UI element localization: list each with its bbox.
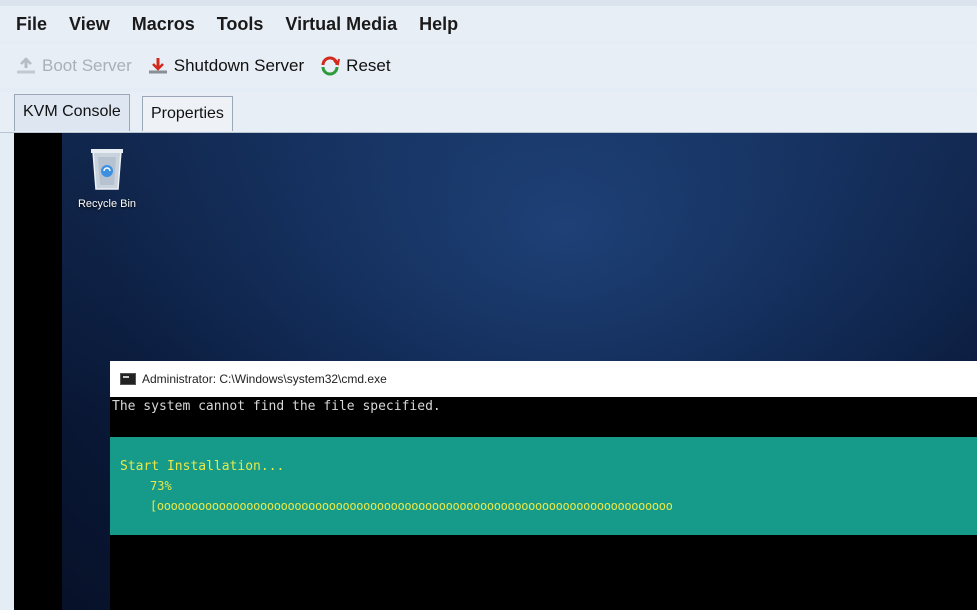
menu-view[interactable]: View bbox=[58, 6, 121, 42]
shutdown-server-label: Shutdown Server bbox=[173, 56, 305, 75]
menu-file[interactable]: File bbox=[0, 6, 58, 42]
install-title: Start Installation... bbox=[120, 459, 285, 474]
cmd-icon bbox=[120, 373, 136, 385]
shutdown-server-button[interactable]: Shutdown Server bbox=[146, 56, 304, 76]
menu-virtual-media[interactable]: Virtual Media bbox=[274, 6, 408, 42]
recycle-bin-icon bbox=[85, 149, 129, 195]
kvm-console-viewport[interactable]: Recycle Bin Administrator: C:\Windows\sy… bbox=[14, 133, 977, 610]
reset-button[interactable]: Reset bbox=[318, 55, 391, 77]
tab-properties[interactable]: Properties bbox=[142, 96, 233, 131]
recycle-bin-label: Recycle Bin bbox=[77, 198, 137, 210]
boot-icon bbox=[14, 56, 38, 76]
tab-bar: KVM Console Properties bbox=[0, 92, 977, 133]
install-progress-percent: 73% bbox=[150, 479, 172, 493]
cmd-title-bar[interactable]: Administrator: C:\Windows\system32\cmd.e… bbox=[110, 361, 977, 397]
tab-kvm-console[interactable]: KVM Console bbox=[14, 94, 130, 131]
boot-server-button[interactable]: Boot Server bbox=[14, 56, 132, 76]
menu-tools[interactable]: Tools bbox=[206, 6, 275, 42]
reset-icon bbox=[318, 55, 342, 77]
shutdown-icon bbox=[146, 56, 170, 76]
installation-panel: Start Installation... 73% [ooooooooooooo… bbox=[110, 437, 977, 535]
install-progress-bar: [ooooooooooooooooooooooooooooooooooooooo… bbox=[150, 499, 673, 513]
cmd-output-line: The system cannot find the file specifie… bbox=[112, 399, 441, 414]
recycle-bin-shortcut[interactable]: Recycle Bin bbox=[72, 143, 142, 210]
menu-macros[interactable]: Macros bbox=[121, 6, 206, 42]
reset-label: Reset bbox=[346, 56, 391, 75]
menu-help[interactable]: Help bbox=[408, 6, 469, 42]
menu-bar: File View Macros Tools Virtual Media Hel… bbox=[0, 6, 977, 42]
boot-server-label: Boot Server bbox=[42, 56, 132, 75]
cmd-window[interactable]: Administrator: C:\Windows\system32\cmd.e… bbox=[110, 361, 977, 610]
cmd-title-text: Administrator: C:\Windows\system32\cmd.e… bbox=[142, 372, 387, 386]
toolbar: Boot Server Shutdown Server Reset bbox=[0, 44, 977, 88]
